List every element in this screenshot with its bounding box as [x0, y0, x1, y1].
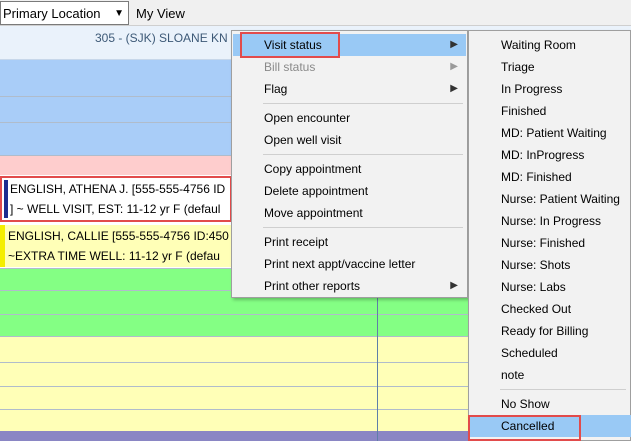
status-checked-out[interactable]: Checked Out — [470, 298, 631, 320]
location-dropdown-value: Primary Location — [3, 6, 101, 21]
my-view-tab[interactable]: My View — [136, 6, 185, 21]
appointment-context-menu: Visit status ▶ Bill status ▶ Flag ▶ Open… — [231, 30, 468, 298]
menu-item-print-other-reports[interactable]: Print other reports ▶ — [233, 275, 466, 297]
menu-item-move-appointment[interactable]: Move appointment — [233, 202, 466, 224]
chevron-right-icon: ▶ — [450, 39, 458, 50]
menu-item-label: Delete appointment — [264, 184, 369, 198]
status-md-patient-waiting[interactable]: MD: Patient Waiting — [470, 122, 631, 144]
menu-separator — [263, 227, 463, 228]
chevron-right-icon: ▶ — [450, 280, 458, 291]
menu-item-label: Print other reports — [264, 279, 361, 293]
appointment-patient-line: ENGLISH, ATHENA J. [555-555-4756 ID — [10, 182, 226, 196]
status-finished[interactable]: Finished — [470, 100, 631, 122]
menu-item-print-receipt[interactable]: Print receipt — [233, 231, 466, 253]
status-ready-for-billing[interactable]: Ready for Billing — [470, 320, 631, 342]
status-nurse-labs[interactable]: Nurse: Labs — [470, 276, 631, 298]
menu-item-label: Copy appointment — [264, 162, 362, 176]
menu-item-delete-appointment[interactable]: Delete appointment — [233, 180, 466, 202]
menu-item-label: Print receipt — [264, 235, 329, 249]
menu-item-label: Move appointment — [264, 206, 363, 220]
menu-separator — [500, 389, 626, 390]
appointment-visit-line: ~EXTRA TIME WELL: 11-12 yr F (defau — [8, 249, 220, 263]
menu-item-print-letter[interactable]: Print next appt/vaccine letter — [233, 253, 466, 275]
status-scheduled[interactable]: Scheduled — [470, 342, 631, 364]
status-nurse-patient-waiting[interactable]: Nurse: Patient Waiting — [470, 188, 631, 210]
status-nurse-finished[interactable]: Nurse: Finished — [470, 232, 631, 254]
chevron-right-icon: ▶ — [450, 83, 458, 94]
menu-item-open-well-visit[interactable]: Open well visit — [233, 129, 466, 151]
menu-item-label: Flag — [264, 82, 288, 96]
visit-status-submenu: Waiting Room Triage In Progress Finished… — [468, 30, 631, 441]
menu-item-visit-status[interactable]: Visit status ▶ — [233, 34, 466, 56]
status-md-inprogress[interactable]: MD: InProgress — [470, 144, 631, 166]
status-triage[interactable]: Triage — [470, 56, 631, 78]
status-nurse-shots[interactable]: Nurse: Shots — [470, 254, 631, 276]
menu-item-label: Print next appt/vaccine letter — [264, 257, 416, 271]
status-md-finished[interactable]: MD: Finished — [470, 166, 631, 188]
status-note[interactable]: note — [470, 364, 631, 386]
appointment-callie[interactable]: ENGLISH, CALLIE [555-555-4756 ID:450 ~EX… — [0, 225, 232, 267]
status-cancelled[interactable]: Cancelled — [470, 415, 631, 437]
status-waiting-room[interactable]: Waiting Room — [470, 34, 631, 56]
menu-item-bill-status[interactable]: Bill status ▶ — [233, 56, 466, 78]
chevron-down-icon[interactable]: ▼ — [114, 8, 124, 19]
menu-item-copy-appointment[interactable]: Copy appointment — [233, 158, 466, 180]
menu-item-open-encounter[interactable]: Open encounter — [233, 107, 466, 129]
menu-item-label: Bill status — [264, 60, 316, 74]
appointment-athena[interactable]: ENGLISH, ATHENA J. [555-555-4756 ID ] ~ … — [0, 176, 232, 222]
menu-item-label: Visit status — [264, 38, 322, 52]
appointment-visit-line: ] ~ WELL VISIT, EST: 11-12 yr F (defaul — [10, 202, 221, 216]
toolbar: Primary Location ▼ My View — [0, 0, 631, 26]
appointment-status-bar — [4, 180, 8, 218]
menu-item-label: Open encounter — [264, 111, 351, 125]
menu-separator — [263, 103, 463, 104]
appointment-status-bar — [0, 225, 5, 267]
chevron-right-icon: ▶ — [450, 61, 458, 72]
appointment-patient-line: ENGLISH, CALLIE [555-555-4756 ID:450 — [8, 229, 229, 243]
provider-name: 305 - (SJK) SLOANE KN — [95, 31, 228, 45]
location-dropdown[interactable]: Primary Location ▼ — [0, 1, 129, 25]
status-nurse-in-progress[interactable]: Nurse: In Progress — [470, 210, 631, 232]
status-in-progress[interactable]: In Progress — [470, 78, 631, 100]
menu-separator — [263, 154, 463, 155]
menu-item-flag[interactable]: Flag ▶ — [233, 78, 466, 100]
menu-item-label: Open well visit — [264, 133, 342, 147]
status-no-show[interactable]: No Show — [470, 393, 631, 415]
